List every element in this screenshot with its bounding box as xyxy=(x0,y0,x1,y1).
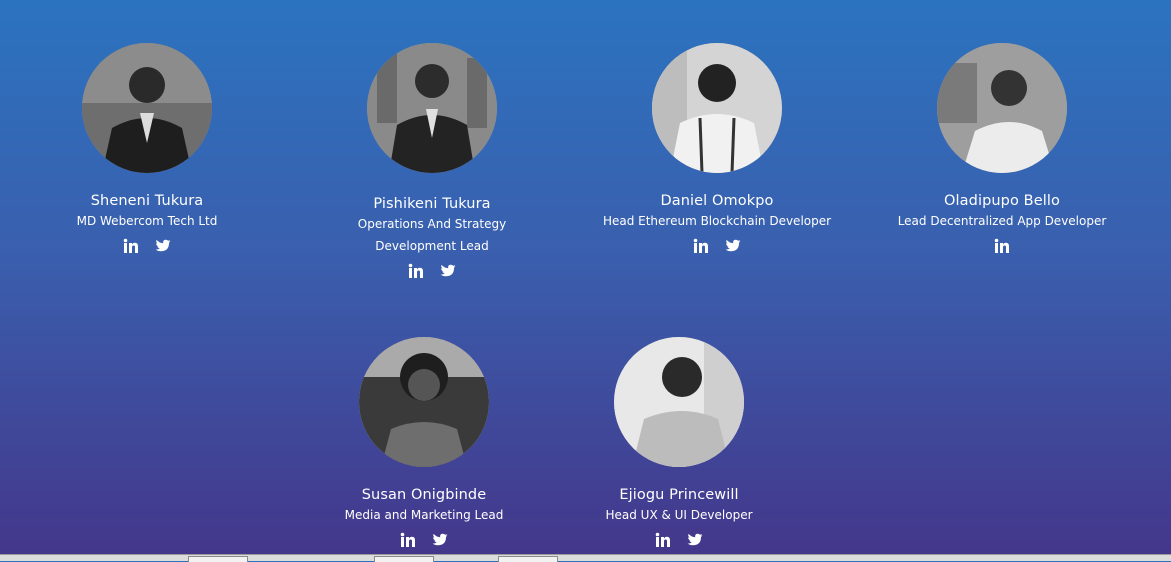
member-role: Lead Decentralized App Developer xyxy=(897,214,1107,228)
avatar xyxy=(367,43,497,173)
social-links xyxy=(302,263,562,281)
member-role: Head Ethereum Blockchain Developer xyxy=(602,214,832,228)
social-links xyxy=(549,532,809,550)
avatar xyxy=(359,337,489,467)
taskbar xyxy=(0,554,1171,562)
member-role: MD Webercom Tech Ltd xyxy=(76,214,218,228)
team-member-card: Daniel Omokpo Head Ethereum Blockchain D… xyxy=(587,43,847,256)
team-member-card: Sheneni Tukura MD Webercom Tech Ltd xyxy=(17,43,277,256)
linkedin-icon[interactable] xyxy=(400,532,416,548)
twitter-icon[interactable] xyxy=(725,238,741,254)
avatar xyxy=(652,43,782,173)
social-links xyxy=(294,532,554,550)
twitter-icon[interactable] xyxy=(432,532,448,548)
linkedin-icon[interactable] xyxy=(693,238,709,254)
member-name: Daniel Omokpo xyxy=(660,193,774,209)
twitter-icon[interactable] xyxy=(687,532,703,548)
member-role: Head UX & UI Developer xyxy=(605,508,753,522)
linkedin-icon[interactable] xyxy=(123,238,139,254)
member-name: Ejiogu Princewill xyxy=(619,487,739,503)
member-role: Operations And Strategy Development Lead xyxy=(357,217,507,253)
twitter-icon[interactable] xyxy=(440,263,456,279)
member-role: Media and Marketing Lead xyxy=(344,508,504,522)
member-name: Oladipupo Bello xyxy=(944,193,1060,209)
team-member-card: Oladipupo Bello Lead Decentralized App D… xyxy=(872,43,1132,256)
taskbar-button[interactable] xyxy=(374,556,434,562)
avatar xyxy=(614,337,744,467)
avatar xyxy=(937,43,1067,173)
member-name: Susan Onigbinde xyxy=(361,487,487,503)
linkedin-icon[interactable] xyxy=(994,238,1010,254)
team-member-card: Pishikeni Tukura Operations And Strategy… xyxy=(302,43,562,281)
avatar xyxy=(82,43,212,173)
linkedin-icon[interactable] xyxy=(655,532,671,548)
member-name: Sheneni Tukura xyxy=(90,193,204,209)
social-links xyxy=(587,238,847,256)
twitter-icon[interactable] xyxy=(155,238,171,254)
taskbar-button[interactable] xyxy=(498,556,558,562)
member-name: Pishikeni Tukura xyxy=(373,196,491,212)
social-links xyxy=(872,238,1132,256)
social-links xyxy=(17,238,277,256)
taskbar-button[interactable] xyxy=(188,556,248,562)
linkedin-icon[interactable] xyxy=(408,263,424,279)
team-member-card: Susan Onigbinde Media and Marketing Lead xyxy=(294,337,554,550)
team-member-card: Ejiogu Princewill Head UX & UI Developer xyxy=(549,337,809,550)
